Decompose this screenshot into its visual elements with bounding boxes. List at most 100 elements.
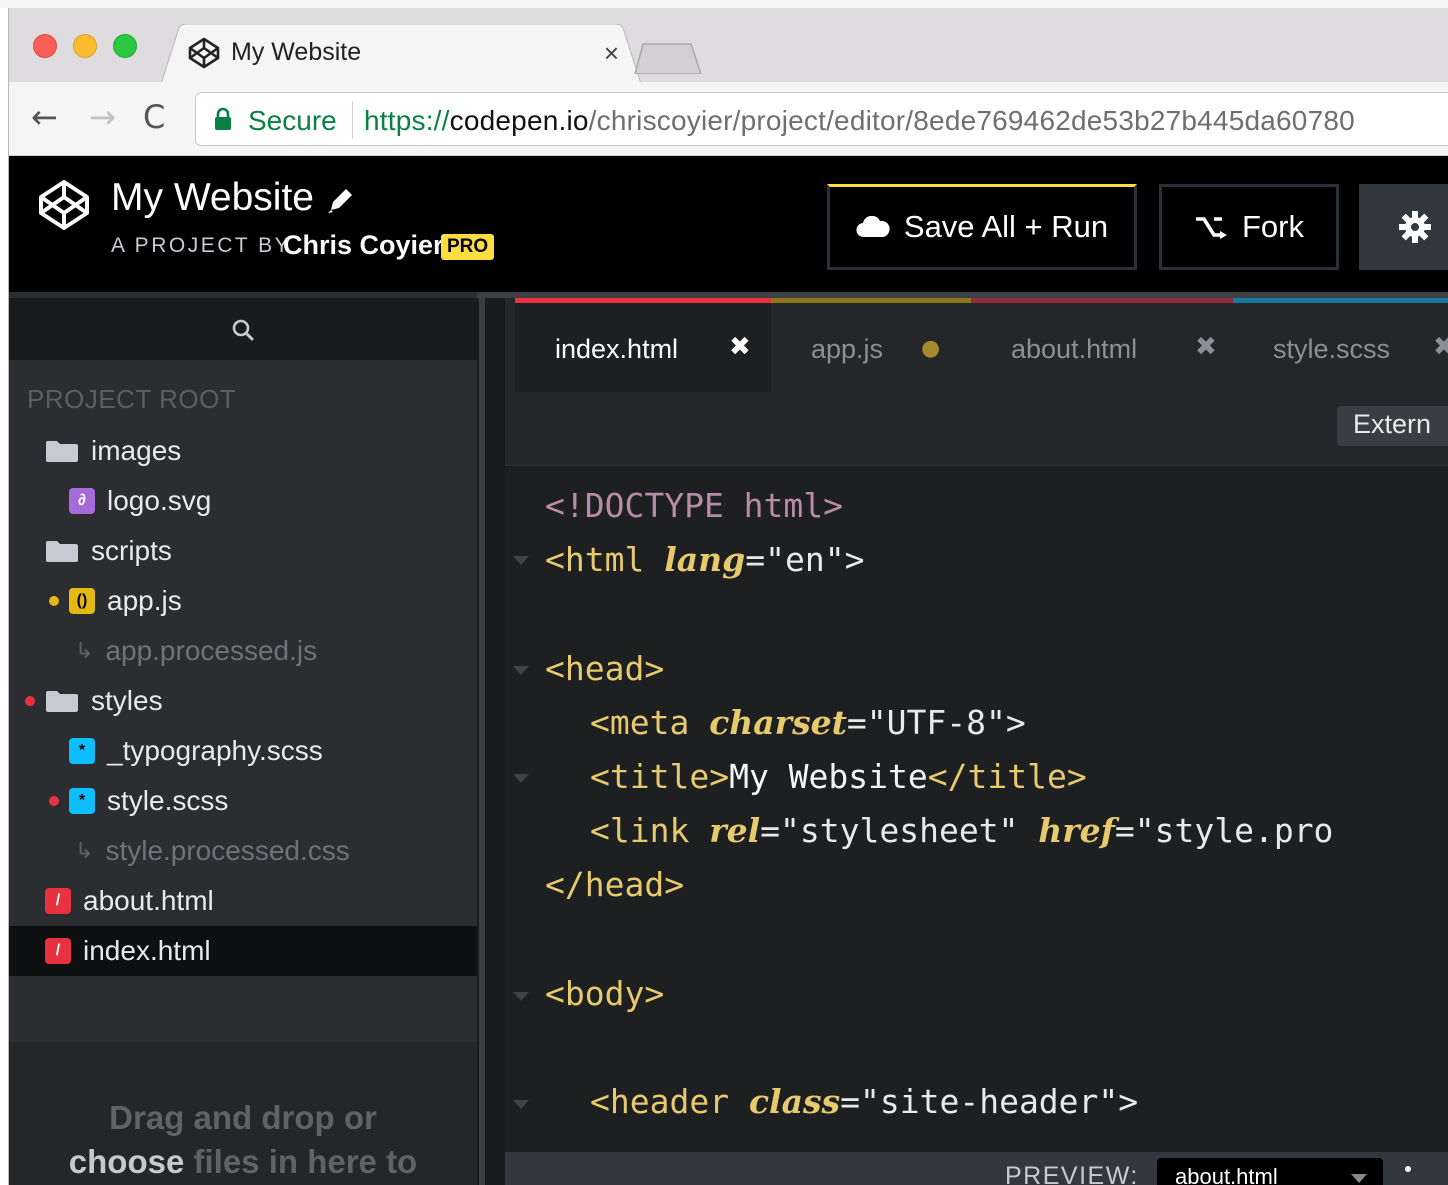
file-search-bar[interactable] — [9, 298, 477, 360]
sidebar-resize-handle[interactable] — [477, 298, 505, 1185]
url-scheme: https:// — [364, 105, 450, 136]
file-name: images — [91, 435, 182, 466]
code-href-value: "style.pro — [1134, 811, 1334, 850]
code-line-header: <header class="site-header"> — [590, 1082, 1138, 1121]
code-title-close: </title> — [927, 757, 1087, 796]
address-bar[interactable]: Secure https://codepen.io/chriscoyier/pr… — [195, 92, 1448, 146]
url-text: https://codepen.io/chriscoyier/project/e… — [364, 105, 1355, 137]
codepen-favicon-icon — [188, 37, 220, 69]
project-title[interactable]: My Website — [111, 176, 314, 220]
preview-file-select[interactable]: about.html — [1157, 1158, 1383, 1185]
url-path: /chriscoyier/project/editor/8ede769462de… — [588, 105, 1355, 136]
editor-tab[interactable]: style.scss ✖ — [1233, 298, 1448, 392]
file-tree-item[interactable]: * _typography.scss — [9, 726, 477, 776]
file-tree-item[interactable]: ↳ app.processed.js — [9, 626, 477, 676]
pencil-icon[interactable] — [325, 186, 355, 216]
unsaved-dot-icon[interactable]: ● — [921, 336, 940, 361]
codepen-logo-icon[interactable] — [37, 178, 91, 232]
close-tab-icon[interactable]: ✖ — [1195, 332, 1217, 362]
file-tree-item[interactable]: * style.scss — [9, 776, 477, 826]
fold-arrow-icon[interactable] — [513, 666, 529, 675]
choose-files-link[interactable]: choose — [69, 1143, 185, 1180]
code-meta-open: <meta — [590, 703, 710, 742]
file-tree-item[interactable]: images — [9, 426, 477, 476]
close-window-button[interactable] — [33, 34, 57, 58]
folder-icon — [46, 541, 78, 562]
scss-file-icon: * — [69, 788, 95, 814]
code-lang-value: "en"> — [765, 540, 865, 579]
code-title-text: My Website — [729, 757, 928, 796]
fork-icon — [1196, 217, 1227, 239]
reload-icon[interactable]: C — [143, 98, 165, 136]
minimize-window-button[interactable] — [73, 34, 97, 58]
browser-tab[interactable]: My Website × — [161, 24, 641, 84]
folder-icon — [46, 691, 78, 712]
modified-dot — [49, 596, 59, 606]
code-eq: = — [846, 703, 867, 742]
code-class-attr: class — [748, 1082, 841, 1121]
file-tree-item[interactable]: () app.js — [9, 576, 477, 626]
file-name: about.html — [83, 885, 214, 916]
external-resources-button[interactable]: Extern — [1337, 406, 1448, 446]
code-eq: = — [760, 811, 781, 850]
code-doctype: <!DOCTYPE html> — [545, 486, 844, 525]
fold-arrow-icon[interactable] — [513, 556, 529, 565]
settings-button[interactable] — [1359, 184, 1448, 270]
editor-tab[interactable]: about.html ✖ — [971, 298, 1233, 392]
tab-color-bar — [515, 298, 771, 303]
back-arrow-icon[interactable]: ← — [31, 98, 58, 136]
file-tree-item[interactable]: scripts — [9, 526, 477, 576]
code-head-open: <head> — [545, 649, 665, 688]
preview-label: PREVIEW: — [1005, 1162, 1139, 1185]
maximize-window-button[interactable] — [113, 34, 137, 58]
file-tree-item[interactable]: ↳ style.processed.css — [9, 826, 477, 876]
address-divider — [352, 101, 353, 139]
editor-tab-label: index.html — [555, 334, 679, 364]
file-name: style.processed.css — [105, 835, 350, 866]
file-tree-item[interactable]: / index.html — [9, 926, 477, 976]
modified-dot — [49, 796, 59, 806]
folder-icon — [46, 441, 78, 462]
code-eq: = — [840, 1082, 860, 1121]
code-eq: = — [745, 540, 766, 579]
code-html-open: <html — [545, 540, 665, 579]
fold-arrow-icon[interactable] — [513, 774, 529, 783]
save-all-run-label: Save All + Run — [903, 209, 1109, 244]
code-lang-attr: lang — [664, 540, 746, 579]
file-tree-item[interactable]: ∂ logo.svg — [9, 476, 477, 526]
save-all-run-button[interactable]: Save All + Run — [827, 184, 1137, 270]
file-tree-item[interactable]: styles — [9, 676, 477, 726]
code-area[interactable]: <!DOCTYPE html> <html lang="en"> <head> … — [505, 466, 1448, 1156]
file-name: scripts — [91, 535, 172, 566]
scss-file-icon: * — [69, 738, 95, 764]
drop-zone-line2-rest: files in here to — [184, 1143, 418, 1180]
author-name[interactable]: Chris Coyier — [283, 230, 444, 261]
fold-arrow-icon[interactable] — [513, 1100, 529, 1109]
code-line-meta: <meta charset="UTF-8"> — [590, 703, 1026, 742]
editor-tab-bar: index.html ✖ app.js ● about.html ✖ style.scss ✖ — [505, 298, 1448, 392]
close-tab-icon[interactable]: ✖ — [1433, 332, 1448, 362]
search-icon[interactable] — [231, 318, 255, 342]
file-tree-item[interactable]: / about.html — [9, 876, 477, 926]
preview-status-dot — [1405, 1166, 1411, 1172]
editor-tab-label: app.js — [811, 334, 884, 364]
top-strip — [0, 0, 1448, 8]
tab-strip: My Website × — [9, 8, 1448, 84]
file-name: index.html — [83, 935, 211, 966]
forward-arrow-icon[interactable]: → — [89, 98, 116, 136]
editor-tab[interactable]: app.js ● — [771, 298, 971, 392]
new-tab-button[interactable] — [633, 42, 703, 74]
resize-handle-line — [479, 298, 485, 1185]
fork-button[interactable]: Fork — [1159, 184, 1339, 270]
close-tab-icon[interactable]: × — [604, 38, 619, 69]
drop-zone-text: Drag and drop or choose files in here to — [9, 1096, 477, 1184]
fold-arrow-icon[interactable] — [513, 992, 529, 1001]
editor-tab[interactable]: index.html ✖ — [515, 298, 771, 392]
file-name: logo.svg — [107, 485, 212, 516]
file-tree: images ∂ logo.svg scripts () app.js ↳ app.proce… — [9, 426, 477, 976]
project-header: My Website A PROJECT BY Chris Coyier PRO… — [9, 156, 1448, 292]
lock-icon — [215, 107, 231, 130]
editor-tab-label: about.html — [1011, 334, 1138, 364]
close-tab-icon[interactable]: ✖ — [729, 332, 751, 362]
processed-arrow-icon: ↳ — [75, 638, 94, 664]
